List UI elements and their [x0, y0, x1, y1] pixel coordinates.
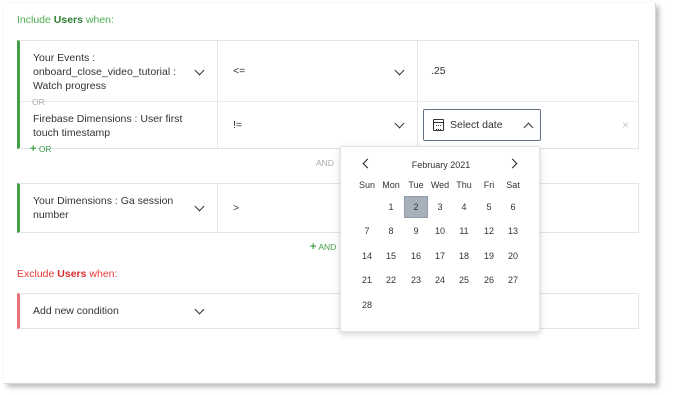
calendar-day[interactable]: 24 — [428, 275, 452, 285]
column-divider — [217, 101, 218, 148]
add-and-button[interactable]: + AND — [310, 241, 336, 253]
weekday-header: Sun — [358, 180, 375, 190]
include-condition-group-2: Your Dimensions : Ga session number > — [17, 183, 639, 233]
segment-builder-panel: Include Users when: Your Events : onboar… — [4, 3, 656, 384]
condition-field-label[interactable]: Your Dimensions : Ga session number — [33, 194, 193, 222]
exclude-users-title: Exclude Users when: — [17, 268, 118, 280]
calendar-day[interactable]: 1 — [379, 202, 403, 212]
column-divider — [217, 41, 218, 101]
chevron-up-icon — [523, 122, 534, 133]
calendar-day[interactable]: 7 — [355, 226, 379, 236]
condition-value[interactable]: .25 — [431, 64, 446, 78]
and-separator: AND — [316, 158, 334, 168]
weekday-header: Sat — [506, 180, 520, 190]
include-users-title: Include Users when: — [17, 14, 114, 26]
calendar-day[interactable]: 26 — [477, 275, 501, 285]
calendar-day[interactable]: 11 — [452, 226, 476, 236]
date-select-placeholder: Select date — [450, 119, 503, 131]
condition-operator[interactable]: <= — [233, 64, 245, 78]
date-select-input[interactable]: Select date — [423, 109, 541, 141]
datepicker-popup: February 2021 Sun Mon Tue Wed Thu Fri Sat 1 2 3 4 5… — [340, 146, 540, 332]
add-or-button[interactable]: + OR — [30, 143, 52, 155]
calendar-day[interactable]: 9 — [404, 226, 428, 236]
calendar-day[interactable]: 13 — [501, 226, 525, 236]
calendar-day[interactable]: 25 — [452, 275, 476, 285]
plus-icon: + — [30, 143, 37, 155]
operator-dropdown-chevron-icon[interactable] — [394, 65, 405, 76]
calendar-day[interactable]: 6 — [501, 202, 525, 212]
calendar-day[interactable]: 4 — [452, 202, 476, 212]
add-new-condition-field[interactable]: Add new condition — [33, 304, 119, 318]
calendar-day-selected[interactable]: 2 — [404, 196, 428, 218]
calendar-day[interactable]: 8 — [379, 226, 403, 236]
calendar-day[interactable]: 10 — [428, 226, 452, 236]
weekday-header: Thu — [456, 180, 472, 190]
row-divider — [20, 101, 639, 102]
calendar-day[interactable]: 16 — [404, 251, 428, 261]
plus-icon: + — [310, 241, 317, 253]
calendar-day[interactable]: 20 — [501, 251, 525, 261]
field-dropdown-chevron-icon[interactable] — [194, 65, 205, 76]
operator-dropdown-chevron-icon[interactable] — [394, 118, 405, 129]
calendar-day[interactable]: 23 — [404, 275, 428, 285]
condition-operator[interactable]: != — [233, 118, 242, 132]
or-separator: OR — [32, 97, 45, 107]
calendar-day[interactable]: 27 — [501, 275, 525, 285]
column-divider — [417, 41, 418, 101]
screenshot-frame: Include Users when: Your Events : onboar… — [0, 0, 673, 395]
calendar-day[interactable]: 18 — [452, 251, 476, 261]
calendar-day[interactable]: 5 — [477, 202, 501, 212]
weekday-header: Mon — [382, 180, 400, 190]
calendar-day[interactable]: 28 — [355, 300, 379, 310]
column-divider — [217, 184, 218, 232]
calendar-day[interactable]: 15 — [379, 251, 403, 261]
field-dropdown-chevron-icon[interactable] — [194, 304, 205, 315]
remove-condition-icon[interactable]: × — [622, 118, 629, 132]
calendar-day[interactable]: 14 — [355, 251, 379, 261]
calendar-day[interactable]: 17 — [428, 251, 452, 261]
calendar-day[interactable]: 19 — [477, 251, 501, 261]
condition-field-label[interactable]: Firebase Dimensions : User first touch t… — [33, 112, 188, 140]
field-dropdown-chevron-icon[interactable] — [194, 201, 205, 212]
condition-field-label[interactable]: Your Events : onboard_close_video_tutori… — [33, 51, 183, 93]
calendar-day[interactable]: 21 — [355, 275, 379, 285]
column-divider — [417, 101, 418, 148]
weekday-header: Wed — [430, 180, 450, 190]
calendar-day[interactable]: 3 — [428, 202, 452, 212]
calendar-day[interactable]: 22 — [379, 275, 403, 285]
weekday-header: Fri — [483, 180, 495, 190]
include-condition-group-1: Your Events : onboard_close_video_tutori… — [17, 40, 639, 155]
calendar-icon — [433, 119, 444, 131]
weekday-header: Tue — [408, 180, 424, 190]
exclude-condition-group: Add new condition — [17, 293, 639, 329]
condition-operator[interactable]: > — [233, 201, 239, 215]
calendar-day[interactable]: 12 — [477, 226, 501, 236]
